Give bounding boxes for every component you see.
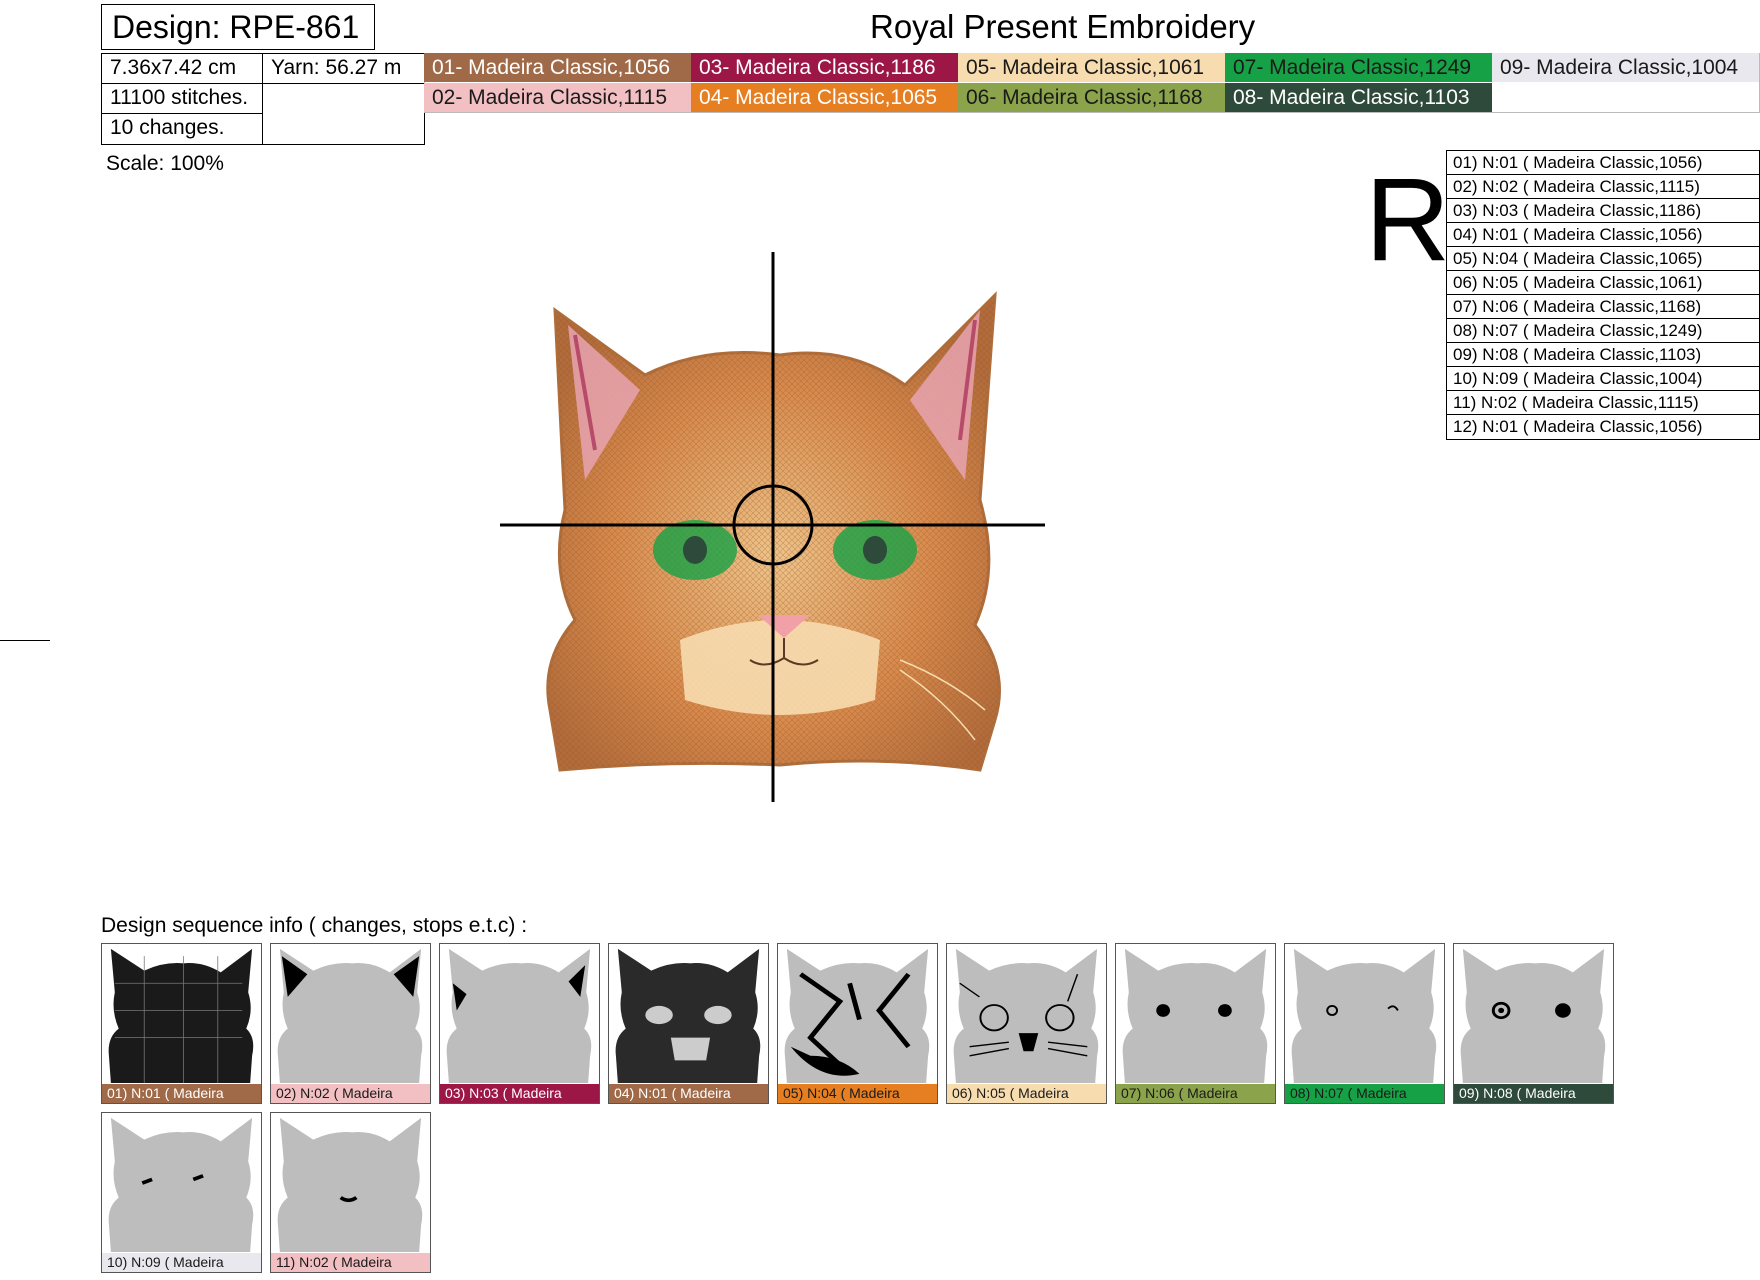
stop-list-row: 01) N:01 ( Madeira Classic,1056) [1447, 151, 1759, 175]
stitch-step-preview [615, 948, 761, 1083]
stop-list-row: 09) N:08 ( Madeira Classic,1103) [1447, 343, 1759, 367]
stop-list-row: 03) N:03 ( Madeira Classic,1186) [1447, 199, 1759, 223]
stitch-step-preview [784, 948, 930, 1083]
thumbnail-label: 06) N:05 ( Madeira [947, 1084, 1106, 1103]
color-swatch: 08- Madeira Classic,1103 [1225, 83, 1492, 112]
info-empty-cell [262, 83, 425, 145]
sequence-thumbnail: 09) N:08 ( Madeira [1453, 943, 1614, 1104]
stitch-step-preview [953, 948, 1099, 1083]
color-swatch: 07- Madeira Classic,1249 [1225, 53, 1492, 82]
stitch-step-preview [108, 1117, 254, 1252]
thumbnail-label: 01) N:01 ( Madeira [102, 1084, 261, 1103]
stop-list-row: 02) N:02 ( Madeira Classic,1115) [1447, 175, 1759, 199]
yarn-length: Yarn: 56.27 m [262, 53, 425, 84]
thumbnail-label: 09) N:08 ( Madeira [1454, 1084, 1613, 1103]
stop-list: 01) N:01 ( Madeira Classic,1056) 02) N:02… [1446, 150, 1760, 440]
stitch-step-preview [277, 1117, 423, 1252]
stop-list-row: 04) N:01 ( Madeira Classic,1056) [1447, 223, 1759, 247]
stop-list-row: 08) N:07 ( Madeira Classic,1249) [1447, 319, 1759, 343]
color-swatch: 01- Madeira Classic,1056 [424, 53, 691, 82]
sequence-title: Design sequence info ( changes, stops e.… [101, 914, 528, 937]
stop-list-row: 10) N:09 ( Madeira Classic,1004) [1447, 367, 1759, 391]
design-size: 7.36x7.42 cm [101, 53, 263, 84]
design-preview [500, 252, 1045, 802]
color-swatch: 06- Madeira Classic,1168 [958, 83, 1225, 112]
sequence-thumbnail: 05) N:04 ( Madeira [777, 943, 938, 1104]
color-swatch: 03- Madeira Classic,1186 [691, 53, 958, 82]
stop-list-row: 07) N:06 ( Madeira Classic,1168) [1447, 295, 1759, 319]
stitch-count: 11100 stitches. [101, 83, 263, 114]
stop-list-row: 12) N:01 ( Madeira Classic,1056) [1453, 417, 1703, 436]
sequence-thumbnail: 08) N:07 ( Madeira [1284, 943, 1445, 1104]
sequence-thumbnail: 06) N:05 ( Madeira [946, 943, 1107, 1104]
scale-label: Scale: 100% [106, 152, 224, 175]
company-name: Royal Present Embroidery [870, 8, 1256, 45]
stitch-step-preview [446, 948, 592, 1083]
sequence-thumbnail: 11) N:02 ( Madeira [270, 1112, 431, 1273]
sequence-thumbnail: 04) N:01 ( Madeira [608, 943, 769, 1104]
thumbnail-label: 04) N:01 ( Madeira [609, 1084, 768, 1103]
thumbnail-label: 02) N:02 ( Madeira [271, 1084, 430, 1103]
sequence-thumbnail: 01) N:01 ( Madeira [101, 943, 262, 1104]
stitch-step-preview [1122, 948, 1268, 1083]
color-swatch: 09- Madeira Classic,1004 [1492, 53, 1759, 82]
thumbnail-label: 08) N:07 ( Madeira [1285, 1084, 1444, 1103]
stitch-step-preview [108, 948, 254, 1083]
thumbnail-label: 11) N:02 ( Madeira [271, 1253, 430, 1272]
thumbnail-label: 03) N:03 ( Madeira [440, 1084, 599, 1103]
stop-list-row: 05) N:04 ( Madeira Classic,1065) [1447, 247, 1759, 271]
sequence-thumbnail: 10) N:09 ( Madeira [101, 1112, 262, 1273]
stitch-step-preview [277, 948, 423, 1083]
thumbnail-label: 05) N:04 ( Madeira [778, 1084, 937, 1103]
design-title: Design: RPE-861 [101, 4, 375, 50]
color-swatch: 04- Madeira Classic,1065 [691, 83, 958, 112]
stop-list-row: 11) N:02 ( Madeira Classic,1115) [1447, 391, 1759, 415]
orientation-letter: R [1365, 154, 1451, 286]
thumbnail-label: 10) N:09 ( Madeira [102, 1253, 261, 1272]
stitch-step-preview [1291, 948, 1437, 1083]
stitch-step-preview [1460, 948, 1606, 1083]
sequence-thumbnail: 03) N:03 ( Madeira [439, 943, 600, 1104]
side-marker-line [0, 640, 50, 641]
stop-list-row: 06) N:05 ( Madeira Classic,1061) [1447, 271, 1759, 295]
color-swatch: 05- Madeira Classic,1061 [958, 53, 1225, 82]
change-count: 10 changes. [101, 113, 263, 145]
sequence-thumbnail: 02) N:02 ( Madeira [270, 943, 431, 1104]
sequence-thumbnail: 07) N:06 ( Madeira [1115, 943, 1276, 1104]
thumbnail-label: 07) N:06 ( Madeira [1116, 1084, 1275, 1103]
color-swatch: 02- Madeira Classic,1115 [424, 83, 691, 112]
